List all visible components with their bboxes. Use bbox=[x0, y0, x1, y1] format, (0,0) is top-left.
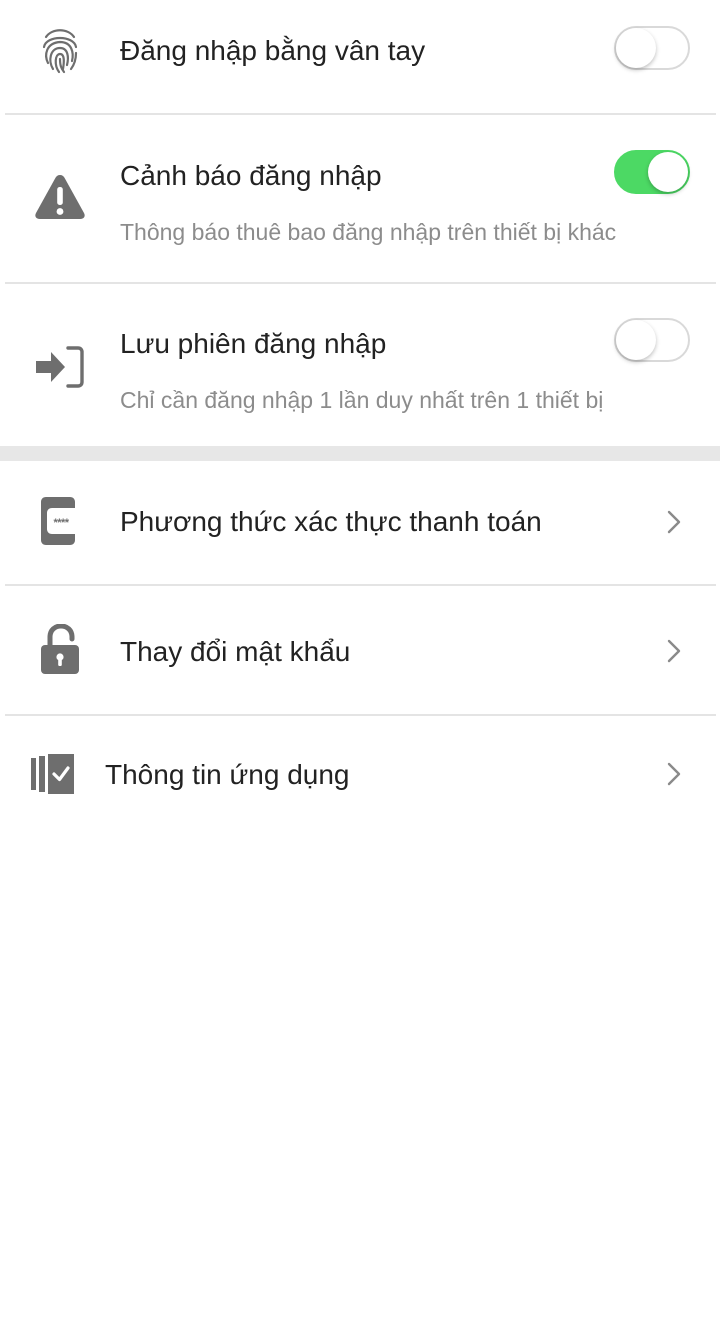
login-alert-row: Cảnh báo đăng nhập Thông báo thuê bao đă… bbox=[0, 115, 720, 283]
save-session-title: Lưu phiên đăng nhập bbox=[120, 328, 387, 359]
fingerprint-login-toggle[interactable] bbox=[614, 26, 690, 70]
change-password-row[interactable]: Thay đổi mật khẩu bbox=[0, 586, 720, 716]
login-alert-toggle[interactable] bbox=[614, 150, 690, 194]
toggle-knob bbox=[648, 152, 688, 192]
fingerprint-login-row: Đăng nhập bằng vân tay bbox=[0, 0, 720, 115]
sign-in-icon bbox=[34, 342, 86, 394]
login-alert-title: Cảnh báo đăng nhập bbox=[120, 160, 382, 191]
chevron-right-icon bbox=[664, 638, 684, 664]
password-chat-icon: **** bbox=[38, 495, 80, 547]
app-info-row[interactable]: Thông tin ứng dụng bbox=[0, 716, 720, 834]
unlock-icon bbox=[38, 624, 82, 676]
fingerprint-login-title: Đăng nhập bằng vân tay bbox=[120, 35, 426, 66]
app-info-icon bbox=[30, 754, 76, 794]
warning-icon bbox=[34, 173, 86, 221]
app-info-title: Thông tin ứng dụng bbox=[105, 759, 350, 790]
toggle-knob bbox=[616, 320, 656, 360]
save-session-row: Lưu phiên đăng nhập Chỉ cần đăng nhập 1 … bbox=[0, 284, 720, 446]
login-alert-subtitle: Thông báo thuê bao đăng nhập trên thiết … bbox=[120, 219, 617, 245]
toggle-knob bbox=[616, 28, 656, 68]
payment-auth-row[interactable]: **** Phương thức xác thực thanh toán bbox=[0, 461, 720, 585]
svg-text:****: **** bbox=[53, 517, 69, 529]
payment-auth-title: Phương thức xác thực thanh toán bbox=[120, 506, 542, 537]
save-session-subtitle: Chỉ cần đăng nhập 1 lần duy nhất trên 1 … bbox=[120, 387, 604, 413]
chevron-right-icon bbox=[664, 761, 684, 787]
security-settings-screen: Đăng nhập bằng vân tay Cảnh báo đăng nhậ… bbox=[0, 0, 720, 1339]
fingerprint-icon bbox=[38, 25, 82, 75]
save-session-toggle[interactable] bbox=[614, 318, 690, 362]
section-separator bbox=[0, 446, 720, 461]
chevron-right-icon bbox=[664, 509, 684, 535]
change-password-title: Thay đổi mật khẩu bbox=[120, 636, 351, 667]
